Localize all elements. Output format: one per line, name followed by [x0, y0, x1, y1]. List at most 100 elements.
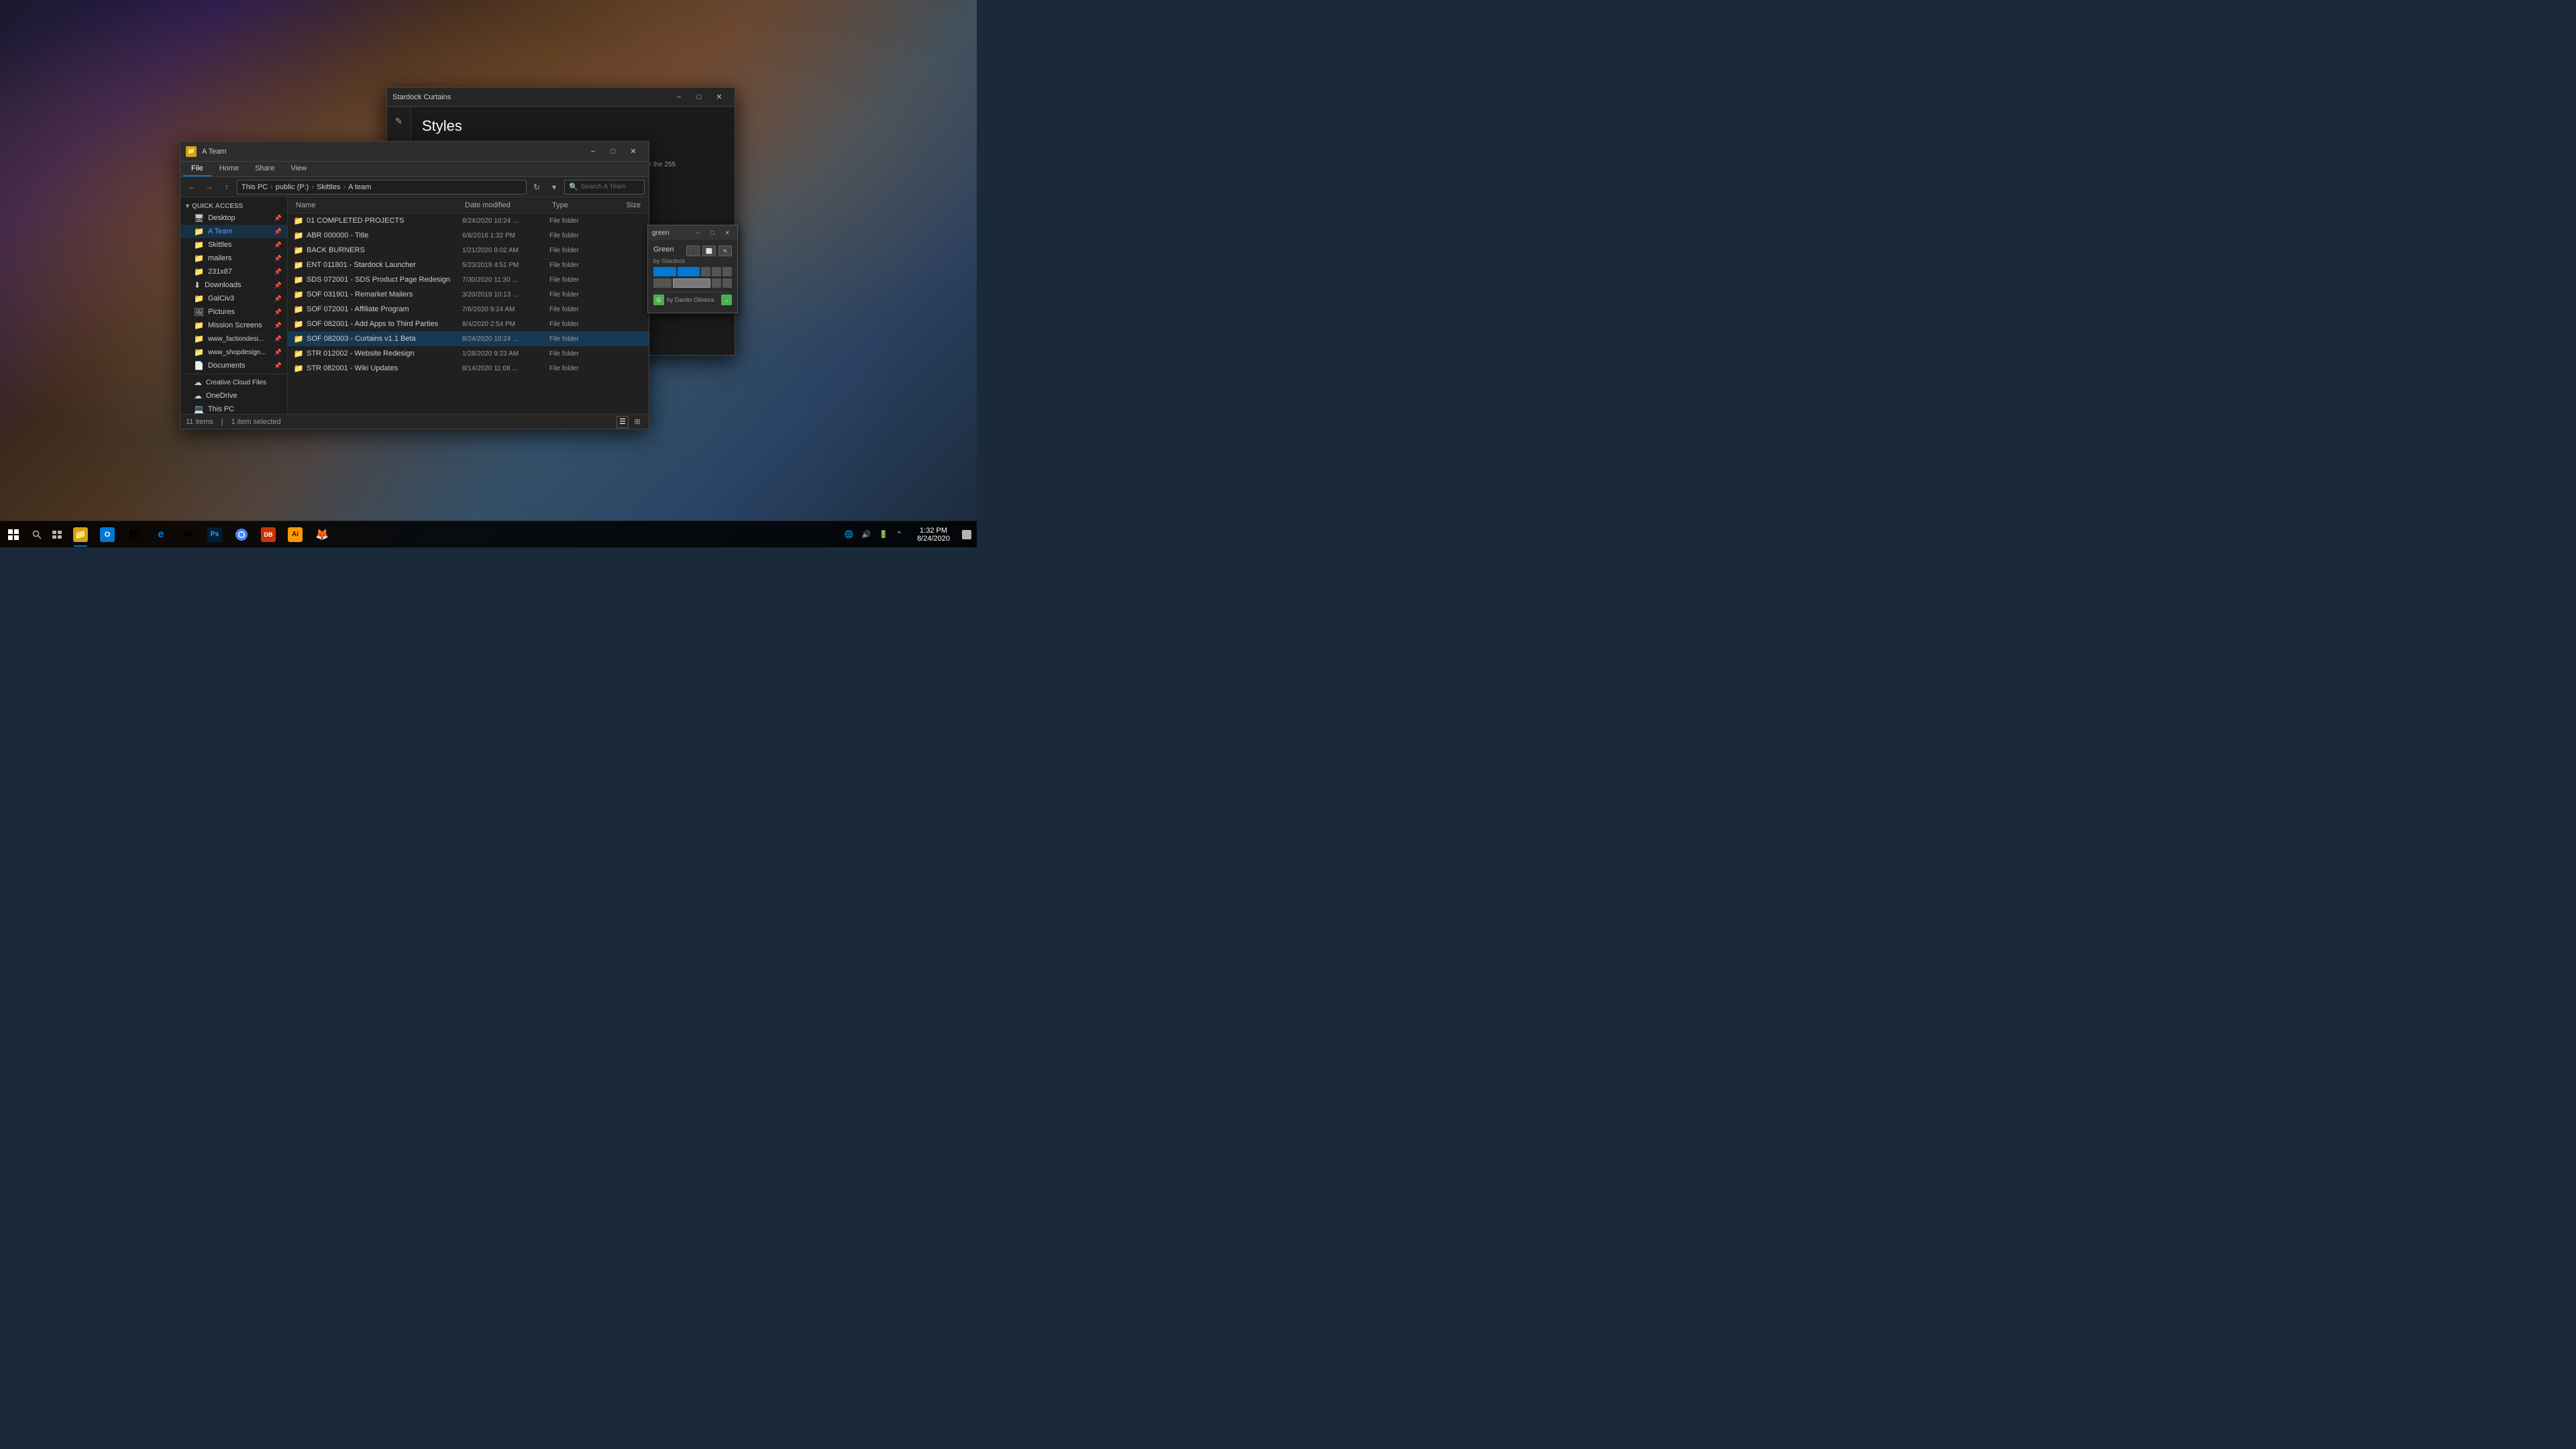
small-panel-close[interactable]: ✕: [721, 227, 733, 239]
file-row[interactable]: 📁 SOF 072001 - Affiliate Program 7/6/202…: [288, 302, 649, 317]
ribbon-tab-share[interactable]: Share: [247, 162, 282, 176]
ribbon-tab-home[interactable]: Home: [211, 162, 247, 176]
taskbar-app-stardock[interactable]: DB: [255, 521, 282, 548]
maximize-button[interactable]: □: [603, 143, 623, 160]
file-row[interactable]: 📁 STR 082001 - Wiki Updates 8/14/2020 11…: [288, 361, 649, 376]
address-path[interactable]: This PC › public (P:) › Skittles › A tea…: [237, 180, 527, 195]
path-public[interactable]: public (P:): [276, 183, 309, 191]
taskbar-app-file-explorer[interactable]: 📁: [67, 521, 94, 548]
stardock-titlebar: Stardock Curtains − □ ✕: [387, 88, 735, 107]
file-row[interactable]: 📁 SDS 072001 - SDS Product Page Redesign…: [288, 272, 649, 287]
stardock-maximize-button[interactable]: □: [689, 89, 709, 106]
ribbon-tab-file[interactable]: File: [183, 162, 211, 176]
sidebar-item-mailers[interactable]: 📁 mailers 📌: [180, 252, 287, 265]
notification-button[interactable]: [957, 521, 977, 548]
col-header-type[interactable]: Type: [549, 201, 603, 209]
bench-icon: G: [653, 294, 664, 305]
small-panel-minimize[interactable]: −: [692, 227, 704, 239]
file-row[interactable]: 📁 STR 012002 - Website Redesign 1/28/202…: [288, 346, 649, 361]
sidebar-item-downloads[interactable]: ⬇ Downloads 📌: [180, 278, 287, 292]
file-row[interactable]: 📁 BACK BURNERS 1/21/2020 9:02 AM File fo…: [288, 243, 649, 258]
folder-icon: 📁: [293, 230, 304, 241]
clock-date: 8/24/2020: [917, 535, 950, 543]
theme-action-icons: ⬛ ⬜ ✎: [686, 246, 732, 256]
quick-access-header[interactable]: ▾ Quick access: [180, 200, 287, 211]
taskbar-app-outlook[interactable]: O: [94, 521, 121, 548]
sidebar-item-documents[interactable]: 📄 Documents 📌: [180, 359, 287, 372]
tray-network-icon[interactable]: 🌐: [842, 529, 857, 540]
desktop-icon: 🖥: [194, 213, 204, 223]
sidebar-item-www-shop[interactable]: 📁 www_shopdesign... 📌: [180, 345, 287, 359]
col-header-name[interactable]: Name: [293, 201, 462, 209]
folder-icon: 📁: [293, 304, 304, 315]
stardock-taskbar-icon: DB: [261, 527, 276, 542]
taskbar-app-ps[interactable]: Ps: [201, 521, 228, 548]
expand-button[interactable]: ▾: [547, 180, 561, 195]
folder-icon: 📁: [194, 240, 204, 250]
large-icons-button[interactable]: ⊞: [631, 416, 643, 428]
sidebar-item-pictures[interactable]: 🖼 Pictures 📌: [180, 305, 287, 319]
forward-button[interactable]: →: [202, 180, 217, 195]
stardock-minimize-button[interactable]: −: [669, 89, 689, 106]
close-button[interactable]: ✕: [623, 143, 643, 160]
small-panel-maximize[interactable]: □: [706, 227, 718, 239]
folder-icon: 📁: [293, 363, 304, 374]
bench-action-icon[interactable]: →: [721, 294, 732, 305]
start-button[interactable]: [0, 521, 27, 548]
ribbon-tab-view[interactable]: View: [282, 162, 315, 176]
taskbar-app-ai[interactable]: Ai: [282, 521, 309, 548]
file-row[interactable]: 📁 01 COMPLETED PROJECTS 8/24/2020 10:24 …: [288, 213, 649, 228]
back-button[interactable]: ←: [184, 180, 199, 195]
stardock-title: Stardock Curtains: [392, 93, 669, 101]
path-ateam[interactable]: A team: [348, 183, 371, 191]
path-thispc[interactable]: This PC: [241, 183, 268, 191]
folder-icon: 📁: [293, 333, 304, 344]
taskbar-app-mail[interactable]: ✉: [174, 521, 201, 548]
refresh-button[interactable]: ↻: [529, 180, 544, 195]
stardock-close-button[interactable]: ✕: [709, 89, 729, 106]
col-header-size[interactable]: Size: [603, 201, 643, 209]
taskbar-app-chrome[interactable]: [228, 521, 255, 548]
sidebar-item-galciv3[interactable]: 📁 GalCiv3 📌: [180, 292, 287, 305]
sidebar-item-creative-cloud[interactable]: ☁ Creative Cloud Files: [180, 376, 287, 389]
theme-icon-1[interactable]: ⬛: [686, 246, 700, 256]
tray-battery-icon[interactable]: 🔋: [876, 529, 891, 540]
sidebar-item-mission-screens[interactable]: 📁 Mission Screens 📌: [180, 319, 287, 332]
sidebar-item-skittles[interactable]: 📁 Skittles 📌: [180, 238, 287, 252]
theme-icon-3[interactable]: ✎: [718, 246, 732, 256]
taskbar-app-extra[interactable]: 🦊: [309, 521, 335, 548]
details-view-button[interactable]: ☰: [616, 416, 629, 428]
file-row[interactable]: 📁 SOF 031901 - Remarket Mailers 3/20/201…: [288, 287, 649, 302]
tray-expand-icon[interactable]: ⌃: [894, 529, 905, 540]
wb-small-btn-1: [701, 267, 710, 276]
taskbar-clock[interactable]: 1:32 PM 8/24/2020: [910, 521, 957, 548]
file-explorer-title: A Team: [202, 148, 580, 156]
ribbon: File Home Share View: [180, 162, 649, 177]
sidebar-item-ateam[interactable]: 📁 A Team 📌: [180, 225, 287, 238]
active-indicator: [74, 545, 87, 547]
tray-volume-icon[interactable]: 🔊: [859, 529, 873, 540]
theme-icon-2[interactable]: ⬜: [702, 246, 716, 256]
path-skittles[interactable]: Skittles: [317, 183, 340, 191]
small-panel-title: green: [652, 229, 689, 237]
separator: |: [221, 418, 223, 426]
taskbar-app-store[interactable]: 🛍: [121, 521, 148, 548]
sidebar-item-onedrive[interactable]: ☁ OneDrive: [180, 389, 287, 402]
up-button[interactable]: ↑: [219, 180, 234, 195]
minimize-button[interactable]: −: [583, 143, 603, 160]
file-row[interactable]: 📁 SOF 082001 - Add Apps to Third Parties…: [288, 317, 649, 331]
search-box[interactable]: 🔍 Search A Team: [564, 180, 645, 195]
sidebar-item-desktop[interactable]: 🖥 Desktop 📌: [180, 211, 287, 225]
col-header-date[interactable]: Date modified: [462, 201, 549, 209]
sidebar-item-231x87[interactable]: 📁 231x87 📌: [180, 265, 287, 278]
sidebar-item-www-faction[interactable]: 📁 www_factiondesi... 📌: [180, 332, 287, 345]
file-row[interactable]: 📁 ENT 011801 - Stardock Launcher 5/23/20…: [288, 258, 649, 272]
stardock-edit-button[interactable]: ✎: [390, 112, 409, 131]
task-view-button[interactable]: [47, 521, 67, 548]
sidebar-item-this-pc[interactable]: 💻 This PC: [180, 402, 287, 414]
taskbar-search-button[interactable]: [27, 521, 47, 548]
file-row-selected[interactable]: 📁 SOF 082003 - Curtains v1.1 Beta 8/24/2…: [288, 331, 649, 346]
folder-icon: 📁: [194, 321, 204, 330]
file-row[interactable]: 📁 ABR 000000 - Title 6/8/2016 1:32 PM Fi…: [288, 228, 649, 243]
taskbar-app-edge[interactable]: e: [148, 521, 174, 548]
